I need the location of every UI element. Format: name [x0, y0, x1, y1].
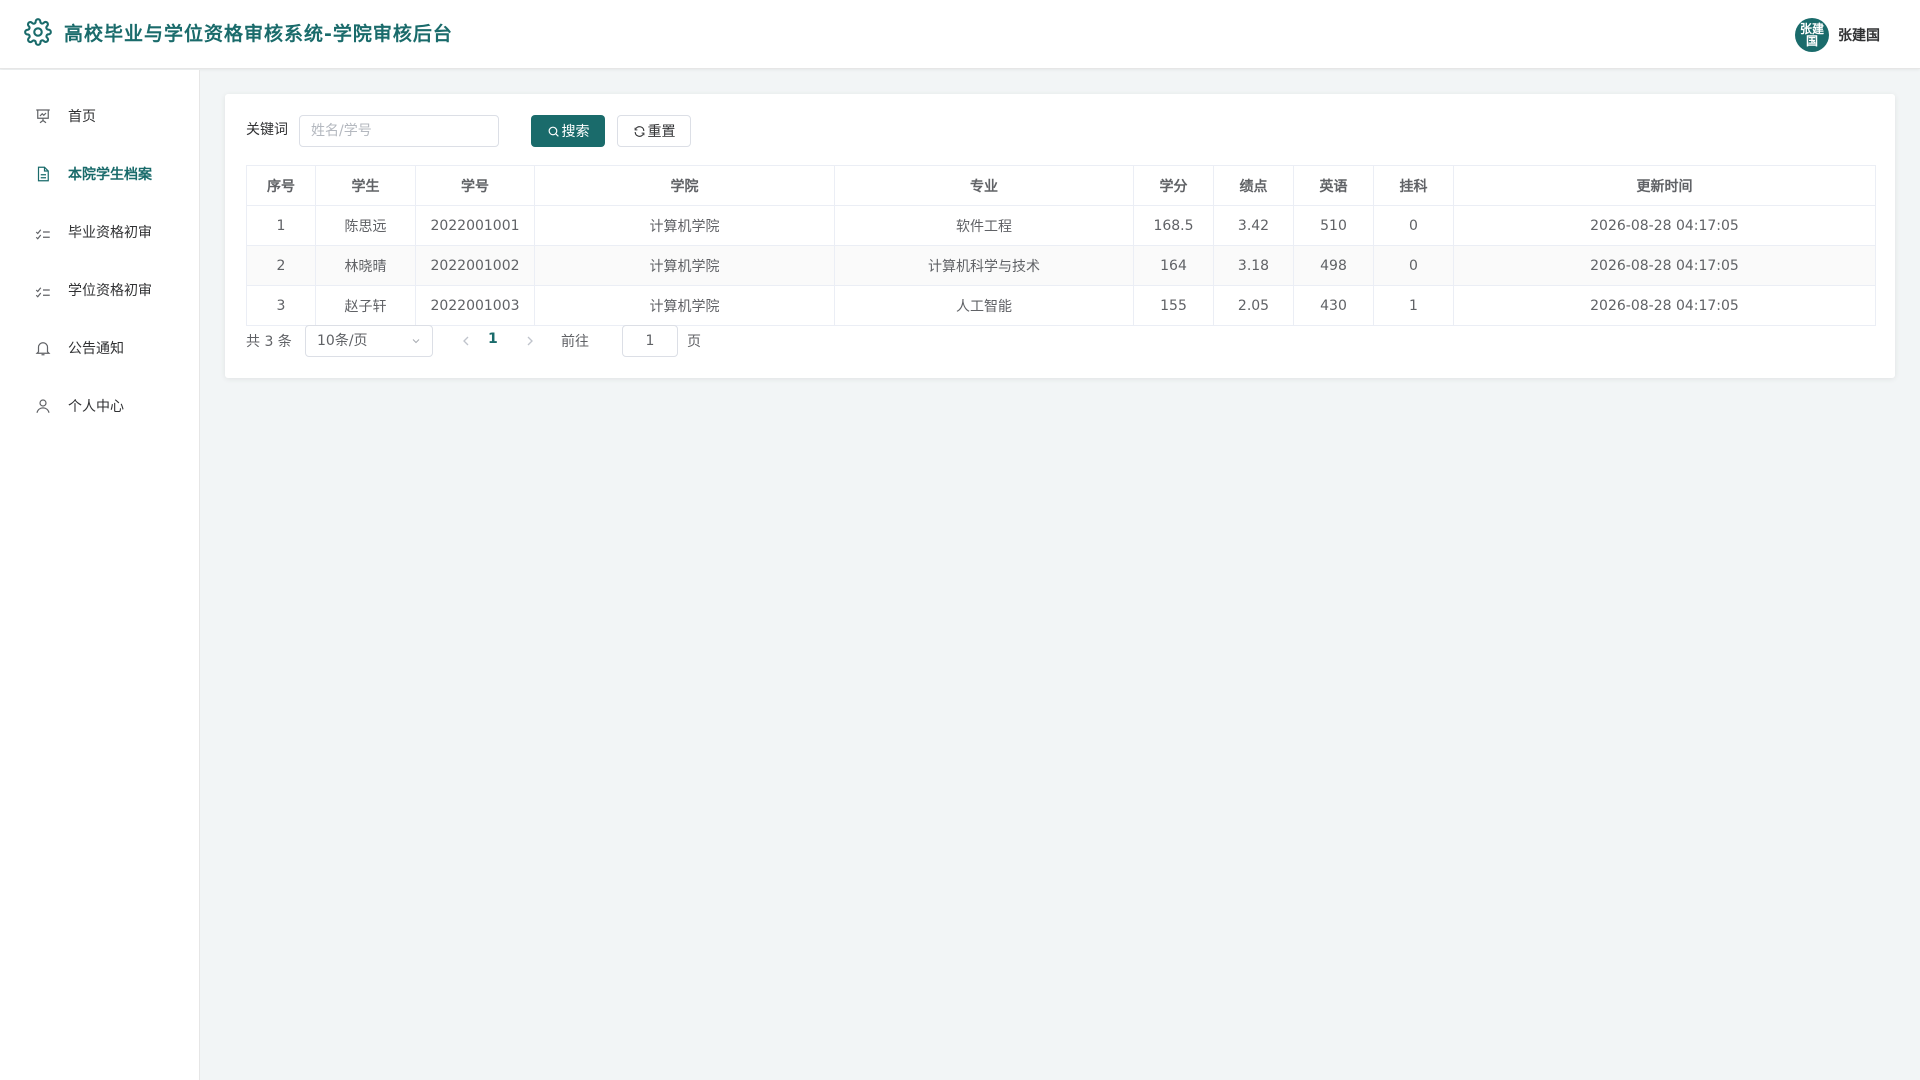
student-table: 序号 学生 学号 学院 专业 学分 绩点 英语 挂科 更新时间 1 陈思远 20…	[246, 165, 1876, 326]
column-header: 序号	[246, 165, 316, 206]
chevron-right-icon[interactable]	[522, 333, 538, 349]
keyword-input[interactable]	[299, 115, 499, 147]
pagination: 共 3 条 10条/页 1 前往 页	[246, 325, 846, 357]
column-header: 英语	[1293, 165, 1374, 206]
document-icon	[37, 166, 49, 182]
user-icon	[36, 399, 50, 413]
table-cell: 2022001003	[415, 285, 535, 326]
chevron-left-icon[interactable]	[458, 333, 474, 349]
table-row[interactable]: 3 赵子轩 2022001003 计算机学院 人工智能 155 2.05 430…	[246, 285, 1876, 326]
sidebar-item-label: 个人中心	[68, 399, 124, 415]
content-card: 关键词 搜索 重置 序号 学生 学号 学院 专业 学	[225, 94, 1895, 378]
sidebar-item-student-archive[interactable]: 本院学生档案	[0, 152, 199, 196]
table-cell: 0	[1373, 245, 1454, 286]
table-cell: 2.05	[1213, 285, 1294, 326]
table-cell: 164	[1133, 245, 1214, 286]
gear-icon	[24, 18, 52, 46]
table-cell: 2022001001	[415, 205, 535, 246]
avatar[interactable]: 张建国	[1795, 18, 1829, 52]
table-cell: 赵子轩	[315, 285, 416, 326]
goto-page-input[interactable]	[622, 325, 678, 357]
sidebar-item-announcements[interactable]: 公告通知	[0, 326, 199, 370]
sidebar: 首页 本院学生档案 毕业资格初审 学位资格初审 公告通知 个人中心	[0, 70, 200, 1080]
sidebar-item-label: 毕业资格初审	[68, 225, 152, 241]
checklist-icon	[35, 287, 50, 298]
sidebar-item-home[interactable]: 首页	[0, 94, 199, 138]
page-size-value: 10条/页	[317, 333, 368, 349]
sidebar-item-label: 首页	[68, 109, 96, 125]
table-cell: 430	[1293, 285, 1374, 326]
column-header: 学生	[315, 165, 416, 206]
search-icon	[548, 126, 559, 137]
column-header: 挂科	[1373, 165, 1454, 206]
table-cell: 2	[246, 245, 316, 286]
reset-button[interactable]: 重置	[617, 115, 691, 147]
table-cell: 2026-08-28 04:17:05	[1453, 205, 1876, 246]
column-header: 学院	[534, 165, 835, 206]
table-row[interactable]: 2 林晓晴 2022001002 计算机学院 计算机科学与技术 164 3.18…	[246, 245, 1876, 286]
column-header: 绩点	[1213, 165, 1294, 206]
table-cell: 498	[1293, 245, 1374, 286]
table-cell: 2022001002	[415, 245, 535, 286]
refresh-icon	[634, 125, 644, 137]
table-cell: 2026-08-28 04:17:05	[1453, 245, 1876, 286]
page-number-current[interactable]: 1	[488, 331, 498, 347]
user-menu[interactable]: 张建国 张建国	[1795, 18, 1880, 52]
column-header: 学号	[415, 165, 535, 206]
sidebar-item-label: 学位资格初审	[68, 283, 152, 299]
table-row[interactable]: 1 陈思远 2022001001 计算机学院 软件工程 168.5 3.42 5…	[246, 205, 1876, 246]
table-cell: 3.18	[1213, 245, 1294, 286]
column-header: 学分	[1133, 165, 1214, 206]
table-cell: 计算机学院	[534, 245, 835, 286]
sidebar-item-degree-review[interactable]: 学位资格初审	[0, 268, 199, 312]
table-cell: 3	[246, 285, 316, 326]
table-cell: 0	[1373, 205, 1454, 246]
table-cell: 陈思远	[315, 205, 416, 246]
table-header-row: 序号 学生 学号 学院 专业 学分 绩点 英语 挂科 更新时间	[246, 165, 1876, 206]
top-header: 高校毕业与学位资格审核系统-学院审核后台 张建国 张建国	[0, 0, 1920, 69]
table-cell: 168.5	[1133, 205, 1214, 246]
column-header: 专业	[834, 165, 1134, 206]
table-cell: 林晓晴	[315, 245, 416, 286]
table-cell: 2026-08-28 04:17:05	[1453, 285, 1876, 326]
app-title: 高校毕业与学位资格审核系统-学院审核后台	[64, 22, 453, 45]
sidebar-item-label: 公告通知	[68, 341, 124, 357]
table-cell: 510	[1293, 205, 1374, 246]
sidebar-item-label: 本院学生档案	[68, 167, 152, 183]
sidebar-item-graduation-review[interactable]: 毕业资格初审	[0, 210, 199, 254]
search-button-label: 搜索	[561, 124, 590, 140]
table-cell: 155	[1133, 285, 1214, 326]
table-cell: 计算机学院	[534, 285, 835, 326]
table-cell: 计算机科学与技术	[834, 245, 1134, 286]
page-unit-label: 页	[687, 334, 701, 350]
table-cell: 1	[1373, 285, 1454, 326]
table-cell: 3.42	[1213, 205, 1294, 246]
table-cell: 1	[246, 205, 316, 246]
chevron-down-icon	[412, 339, 420, 344]
presentation-chart-icon	[36, 109, 50, 124]
table-cell: 人工智能	[834, 285, 1134, 326]
bell-icon	[35, 342, 51, 356]
user-name[interactable]: 张建国	[1838, 25, 1880, 45]
goto-label: 前往	[561, 334, 589, 350]
table-cell: 软件工程	[834, 205, 1134, 246]
sidebar-item-profile[interactable]: 个人中心	[0, 384, 199, 428]
checklist-icon	[35, 229, 50, 240]
keyword-label: 关键词	[246, 122, 288, 138]
reset-button-label: 重置	[647, 124, 676, 140]
search-button[interactable]: 搜索	[531, 115, 605, 147]
column-header: 更新时间	[1453, 165, 1876, 206]
table-cell: 计算机学院	[534, 205, 835, 246]
page-size-select[interactable]: 10条/页	[305, 325, 433, 357]
brand: 高校毕业与学位资格审核系统-学院审核后台	[24, 18, 453, 46]
total-count: 共 3 条	[246, 334, 292, 350]
